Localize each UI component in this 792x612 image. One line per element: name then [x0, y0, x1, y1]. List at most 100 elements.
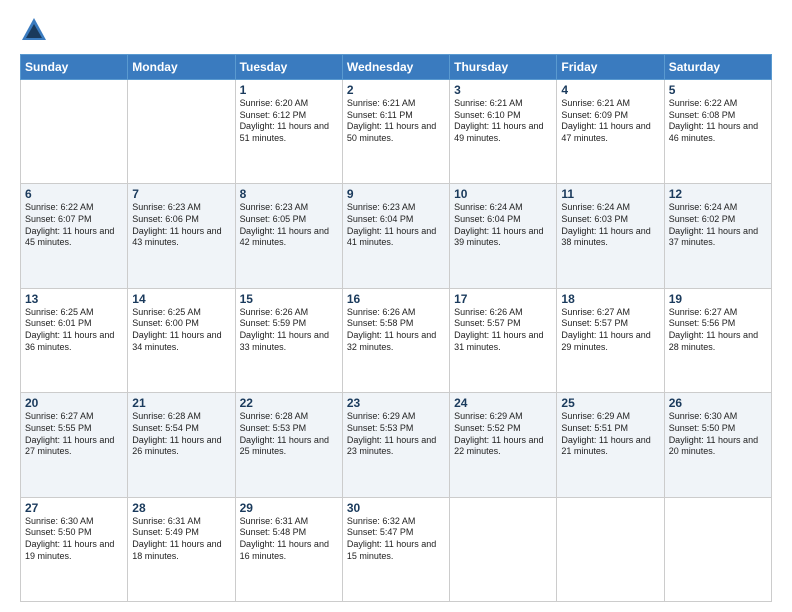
day-number: 3 [454, 83, 552, 97]
day-number: 9 [347, 187, 445, 201]
cell-info: Sunrise: 6:23 AM Sunset: 6:06 PM Dayligh… [132, 202, 230, 249]
calendar-cell: 30Sunrise: 6:32 AM Sunset: 5:47 PM Dayli… [342, 497, 449, 601]
calendar-cell: 22Sunrise: 6:28 AM Sunset: 5:53 PM Dayli… [235, 393, 342, 497]
calendar-header-thursday: Thursday [450, 55, 557, 80]
calendar-cell: 12Sunrise: 6:24 AM Sunset: 6:02 PM Dayli… [664, 184, 771, 288]
calendar-cell: 26Sunrise: 6:30 AM Sunset: 5:50 PM Dayli… [664, 393, 771, 497]
cell-info: Sunrise: 6:30 AM Sunset: 5:50 PM Dayligh… [25, 516, 123, 563]
cell-info: Sunrise: 6:21 AM Sunset: 6:09 PM Dayligh… [561, 98, 659, 145]
cell-info: Sunrise: 6:23 AM Sunset: 6:05 PM Dayligh… [240, 202, 338, 249]
calendar-cell [664, 497, 771, 601]
calendar-week-row: 1Sunrise: 6:20 AM Sunset: 6:12 PM Daylig… [21, 80, 772, 184]
day-number: 4 [561, 83, 659, 97]
calendar-cell: 5Sunrise: 6:22 AM Sunset: 6:08 PM Daylig… [664, 80, 771, 184]
day-number: 18 [561, 292, 659, 306]
calendar-header-monday: Monday [128, 55, 235, 80]
day-number: 24 [454, 396, 552, 410]
cell-info: Sunrise: 6:29 AM Sunset: 5:53 PM Dayligh… [347, 411, 445, 458]
logo [20, 16, 52, 44]
cell-info: Sunrise: 6:31 AM Sunset: 5:49 PM Dayligh… [132, 516, 230, 563]
cell-info: Sunrise: 6:22 AM Sunset: 6:07 PM Dayligh… [25, 202, 123, 249]
calendar-cell: 1Sunrise: 6:20 AM Sunset: 6:12 PM Daylig… [235, 80, 342, 184]
cell-info: Sunrise: 6:21 AM Sunset: 6:11 PM Dayligh… [347, 98, 445, 145]
cell-info: Sunrise: 6:24 AM Sunset: 6:02 PM Dayligh… [669, 202, 767, 249]
calendar-table: SundayMondayTuesdayWednesdayThursdayFrid… [20, 54, 772, 602]
calendar-week-row: 27Sunrise: 6:30 AM Sunset: 5:50 PM Dayli… [21, 497, 772, 601]
calendar-header-saturday: Saturday [664, 55, 771, 80]
calendar-header-sunday: Sunday [21, 55, 128, 80]
logo-icon [20, 16, 48, 44]
day-number: 8 [240, 187, 338, 201]
day-number: 2 [347, 83, 445, 97]
calendar-cell [557, 497, 664, 601]
calendar-cell: 11Sunrise: 6:24 AM Sunset: 6:03 PM Dayli… [557, 184, 664, 288]
cell-info: Sunrise: 6:25 AM Sunset: 6:01 PM Dayligh… [25, 307, 123, 354]
calendar-cell: 18Sunrise: 6:27 AM Sunset: 5:57 PM Dayli… [557, 288, 664, 392]
calendar-cell: 19Sunrise: 6:27 AM Sunset: 5:56 PM Dayli… [664, 288, 771, 392]
day-number: 17 [454, 292, 552, 306]
cell-info: Sunrise: 6:27 AM Sunset: 5:57 PM Dayligh… [561, 307, 659, 354]
cell-info: Sunrise: 6:25 AM Sunset: 6:00 PM Dayligh… [132, 307, 230, 354]
cell-info: Sunrise: 6:28 AM Sunset: 5:54 PM Dayligh… [132, 411, 230, 458]
cell-info: Sunrise: 6:23 AM Sunset: 6:04 PM Dayligh… [347, 202, 445, 249]
cell-info: Sunrise: 6:26 AM Sunset: 5:58 PM Dayligh… [347, 307, 445, 354]
calendar-cell: 20Sunrise: 6:27 AM Sunset: 5:55 PM Dayli… [21, 393, 128, 497]
day-number: 10 [454, 187, 552, 201]
cell-info: Sunrise: 6:20 AM Sunset: 6:12 PM Dayligh… [240, 98, 338, 145]
calendar-cell [21, 80, 128, 184]
day-number: 29 [240, 501, 338, 515]
header [20, 16, 772, 44]
cell-info: Sunrise: 6:30 AM Sunset: 5:50 PM Dayligh… [669, 411, 767, 458]
calendar-cell: 24Sunrise: 6:29 AM Sunset: 5:52 PM Dayli… [450, 393, 557, 497]
calendar-cell: 28Sunrise: 6:31 AM Sunset: 5:49 PM Dayli… [128, 497, 235, 601]
calendar-cell: 14Sunrise: 6:25 AM Sunset: 6:00 PM Dayli… [128, 288, 235, 392]
day-number: 6 [25, 187, 123, 201]
calendar-cell: 25Sunrise: 6:29 AM Sunset: 5:51 PM Dayli… [557, 393, 664, 497]
calendar-cell [450, 497, 557, 601]
calendar-week-row: 6Sunrise: 6:22 AM Sunset: 6:07 PM Daylig… [21, 184, 772, 288]
day-number: 16 [347, 292, 445, 306]
calendar-cell: 6Sunrise: 6:22 AM Sunset: 6:07 PM Daylig… [21, 184, 128, 288]
calendar-week-row: 20Sunrise: 6:27 AM Sunset: 5:55 PM Dayli… [21, 393, 772, 497]
calendar-cell: 7Sunrise: 6:23 AM Sunset: 6:06 PM Daylig… [128, 184, 235, 288]
day-number: 21 [132, 396, 230, 410]
cell-info: Sunrise: 6:26 AM Sunset: 5:57 PM Dayligh… [454, 307, 552, 354]
cell-info: Sunrise: 6:31 AM Sunset: 5:48 PM Dayligh… [240, 516, 338, 563]
day-number: 1 [240, 83, 338, 97]
day-number: 12 [669, 187, 767, 201]
cell-info: Sunrise: 6:21 AM Sunset: 6:10 PM Dayligh… [454, 98, 552, 145]
day-number: 7 [132, 187, 230, 201]
calendar-cell: 16Sunrise: 6:26 AM Sunset: 5:58 PM Dayli… [342, 288, 449, 392]
day-number: 27 [25, 501, 123, 515]
day-number: 28 [132, 501, 230, 515]
day-number: 22 [240, 396, 338, 410]
cell-info: Sunrise: 6:24 AM Sunset: 6:04 PM Dayligh… [454, 202, 552, 249]
cell-info: Sunrise: 6:27 AM Sunset: 5:55 PM Dayligh… [25, 411, 123, 458]
day-number: 5 [669, 83, 767, 97]
page: SundayMondayTuesdayWednesdayThursdayFrid… [0, 0, 792, 612]
cell-info: Sunrise: 6:22 AM Sunset: 6:08 PM Dayligh… [669, 98, 767, 145]
calendar-week-row: 13Sunrise: 6:25 AM Sunset: 6:01 PM Dayli… [21, 288, 772, 392]
cell-info: Sunrise: 6:27 AM Sunset: 5:56 PM Dayligh… [669, 307, 767, 354]
day-number: 14 [132, 292, 230, 306]
calendar-cell: 27Sunrise: 6:30 AM Sunset: 5:50 PM Dayli… [21, 497, 128, 601]
day-number: 23 [347, 396, 445, 410]
calendar-header-tuesday: Tuesday [235, 55, 342, 80]
calendar-cell: 17Sunrise: 6:26 AM Sunset: 5:57 PM Dayli… [450, 288, 557, 392]
cell-info: Sunrise: 6:24 AM Sunset: 6:03 PM Dayligh… [561, 202, 659, 249]
day-number: 19 [669, 292, 767, 306]
calendar-cell: 15Sunrise: 6:26 AM Sunset: 5:59 PM Dayli… [235, 288, 342, 392]
cell-info: Sunrise: 6:32 AM Sunset: 5:47 PM Dayligh… [347, 516, 445, 563]
cell-info: Sunrise: 6:29 AM Sunset: 5:52 PM Dayligh… [454, 411, 552, 458]
calendar-cell: 8Sunrise: 6:23 AM Sunset: 6:05 PM Daylig… [235, 184, 342, 288]
calendar-header-friday: Friday [557, 55, 664, 80]
calendar-cell: 21Sunrise: 6:28 AM Sunset: 5:54 PM Dayli… [128, 393, 235, 497]
calendar-cell: 23Sunrise: 6:29 AM Sunset: 5:53 PM Dayli… [342, 393, 449, 497]
calendar-header-row: SundayMondayTuesdayWednesdayThursdayFrid… [21, 55, 772, 80]
calendar-cell [128, 80, 235, 184]
calendar-header-wednesday: Wednesday [342, 55, 449, 80]
calendar-cell: 4Sunrise: 6:21 AM Sunset: 6:09 PM Daylig… [557, 80, 664, 184]
cell-info: Sunrise: 6:28 AM Sunset: 5:53 PM Dayligh… [240, 411, 338, 458]
day-number: 30 [347, 501, 445, 515]
day-number: 11 [561, 187, 659, 201]
